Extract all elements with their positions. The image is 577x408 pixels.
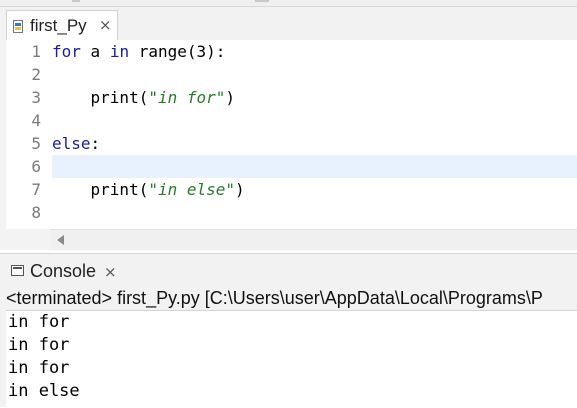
keyword-token: in [109,42,130,61]
code-token: : [90,134,101,153]
line-number: 7 [31,180,41,199]
current-code-line[interactable] [52,155,577,178]
toolbar-remnant [72,0,80,2]
console-status: <terminated> first_Py.py [C:\Users\user\… [6,288,543,308]
editor-panel: first_Py × 1 2 3 4 5 6 7 8 for a in rang… [0,6,577,250]
number-token: 3 [196,42,207,61]
console-tab[interactable]: Console × [6,257,122,285]
function-token: print [90,88,139,107]
line-number: 3 [31,88,41,107]
code-token: ) [235,180,245,199]
code-line[interactable]: else: [52,132,577,155]
scroll-left-arrow-icon[interactable] [57,235,64,245]
code-token: range( [129,42,197,61]
string-token: "in for" [148,88,226,107]
line-number: 8 [31,203,41,222]
console-output[interactable]: in for in for in for in else [6,310,577,408]
close-icon[interactable]: × [104,263,117,281]
toolbar-remnant [255,0,269,2]
code-token: ( [138,180,149,199]
code-line[interactable]: print("in for") [52,86,577,109]
keyword-token: else [52,134,91,153]
console-tab-label: Console [30,261,97,281]
code-token: ( [138,88,149,107]
editor-tab-bar: first_Py × [0,7,577,40]
line-number: 5 [31,134,41,153]
close-icon[interactable]: × [99,16,112,34]
code-token: ): [206,42,226,61]
code-line[interactable] [52,63,577,86]
editor-tab-first-py[interactable]: first_Py × [6,10,118,40]
code-token: a [80,42,110,61]
line-number: 6 [31,157,41,176]
console-panel: Console × <terminated> first_Py.py [C:\U… [0,253,577,408]
code-editor[interactable]: 1 2 3 4 5 6 7 8 for a in range(3): print… [6,40,577,229]
line-number: 2 [31,65,41,84]
function-token: print [90,180,139,199]
line-number: 4 [31,111,41,130]
console-output-line: in for [8,312,70,332]
line-number-gutter: 1 2 3 4 5 6 7 8 [6,40,50,229]
code-line[interactable] [52,201,577,224]
string-token: "in else" [148,180,236,199]
code-line[interactable]: print("in else") [52,178,577,201]
console-output-line: in else [8,381,80,401]
python-file-icon [13,20,23,33]
console-output-line: in for [8,358,70,378]
console-output-line: in for [8,335,70,355]
code-area[interactable]: for a in range(3): print("in for") else:… [52,40,577,229]
line-number: 1 [31,42,41,61]
keyword-token: for [52,42,81,61]
horizontal-scrollbar[interactable] [50,229,577,250]
console-icon [11,265,24,276]
code-line[interactable] [52,109,577,132]
code-token: ) [225,88,236,107]
code-line[interactable]: for a in range(3): [52,40,577,63]
editor-tab-label: first_Py [30,16,87,35]
